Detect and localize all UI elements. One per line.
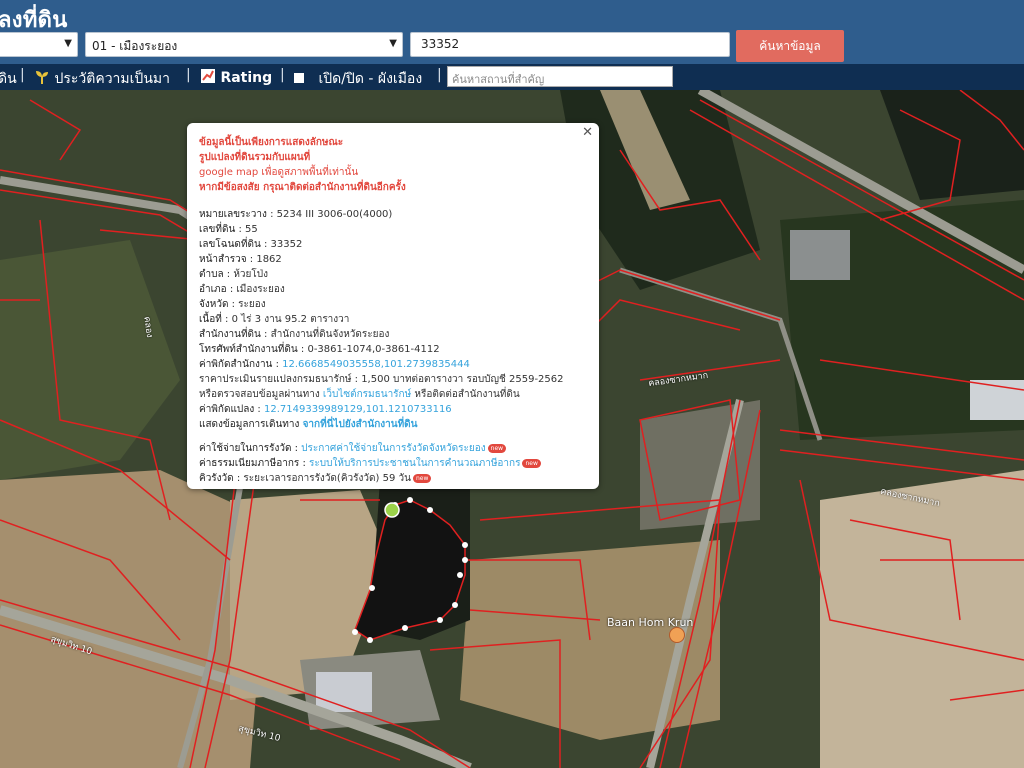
warning-text-1: ข้อมูลนี้เป็นเพียงการแสดงลักษณะ <box>199 137 344 148</box>
map-sheet-row: หมายเลขระวาง : 5234 III 3006-00(4000) <box>199 207 392 222</box>
office-row: สำนักงานที่ดิน : สำนักงานที่ดินจังหวัดระ… <box>199 327 389 342</box>
deed-no-label: เลขโฉนดที่ดิน <box>199 239 261 250</box>
toolbar-item-land[interactable]: ดิน <box>0 68 17 90</box>
check-suffix: หรือติดต่อสำนักงานที่ดิน <box>414 389 520 400</box>
parcel-coord-row: ค่าพิกัดแปลง : 12.7149339989129,101.1210… <box>199 404 452 415</box>
treasury-website-link[interactable]: เว็บไซต์กรมธนารักษ์ <box>323 389 411 400</box>
province-select[interactable]: ▼ <box>0 32 78 57</box>
history-label: ประวัติความเป็นมา <box>54 71 170 87</box>
office-coord-link[interactable]: 12.6668549035558,101.2739835444 <box>282 359 470 370</box>
parcel-number-input[interactable]: 33352 <box>410 32 730 57</box>
route-prefix: แสดงข้อมูลการเดินทาง <box>199 419 300 430</box>
land-no-row: เลขที่ดิน : 55 <box>199 222 258 237</box>
price-row: ราคาประเมินรายแปลงกรมธนารักษ์ : 1,500 บา… <box>199 374 564 385</box>
queue-value: : ระยะเวลารอการรังวัด(คิวรังวัด) <box>233 473 380 484</box>
toolbar-divider: | <box>280 67 285 83</box>
map-sheet-label: หมายเลขระวาง <box>199 209 267 220</box>
parcel-info-popup: ✕ ข้อมูลนี้เป็นเพียงการแสดงลักษณะ รูปแปล… <box>187 123 599 489</box>
queue-days: 59 วัน <box>382 473 411 484</box>
tax-row: ค่าธรรมเนียมภาษีอากร : ระบบให้บริการประช… <box>199 456 541 471</box>
app-header: ลงที่ดิน ▼ 01 - เมืองระยอง ▼ 33352 ค้นหา… <box>0 0 1024 64</box>
area-value: : 0 ไร่ 3 งาน 95.2 ตารางวา <box>221 314 350 325</box>
toolbar-divider: | <box>437 67 442 83</box>
parcel-marker-icon[interactable] <box>384 502 400 518</box>
search-button[interactable]: ค้นหาข้อมูล <box>736 30 844 62</box>
parcel-coord-link[interactable]: 12.7149339989129,101.1210733116 <box>264 404 452 415</box>
district-select-value: 01 - เมืองระยอง <box>92 39 178 53</box>
fee-label: ค่าใช้จ่ายในการรังวัด : <box>199 443 298 454</box>
survey-page-value: : 1862 <box>246 254 282 265</box>
tax-link[interactable]: ระบบให้บริการประชาชนในการคำนวณภาษีอากร <box>309 458 520 469</box>
new-badge: new <box>522 458 541 468</box>
subdistrict-label: ตำบล <box>199 269 224 280</box>
toolbar-divider: | <box>186 67 191 83</box>
warning-text-4: หากมีข้อสงสัย กรุณาติดต่อสำนักงานที่ดินอ… <box>199 182 406 193</box>
office-coord-row: ค่าพิกัดสำนักงาน : 12.6668549035558,101.… <box>199 359 470 370</box>
warning-text-2: รูปแปลงที่ดินรวมกับแผนที่ <box>199 152 311 163</box>
close-icon[interactable]: ✕ <box>582 125 593 140</box>
chevron-down-icon: ▼ <box>64 38 72 49</box>
route-row: แสดงข้อมูลการเดินทาง จากที่นี่ไปยังสำนัก… <box>199 417 418 432</box>
landmark-search-input[interactable]: ค้นหาสถานที่สำคัญ <box>447 66 673 87</box>
phone-label: โทรศัพท์สำนักงานที่ดิน <box>199 344 298 355</box>
area-label: เนื้อที่ <box>199 314 222 325</box>
check-row: หรือตรวจสอบข้อมูลผ่านทาง เว็บไซต์กรมธนาร… <box>199 387 520 402</box>
fee-link[interactable]: ประกาศค่าใช้จ่ายในการรังวัดจังหวัดระยอง <box>301 443 485 454</box>
city-plan-toggle[interactable]: เปิด/ปิด - ผังเมือง <box>294 68 422 90</box>
office-coord-label: ค่าพิกัดสำนักงาน <box>199 359 273 370</box>
land-no-label: เลขที่ดิน <box>199 224 236 235</box>
queue-row: คิวรังวัด : ระยะเวลารอการรังวัด(คิวรังวั… <box>199 471 432 486</box>
province-row: จังหวัด : ระยอง <box>199 297 266 312</box>
toolbar-divider: | <box>20 67 25 83</box>
tax-label: ค่าธรรมเนียมภาษีอากร : <box>199 458 306 469</box>
rating-button[interactable]: Rating <box>200 68 272 86</box>
new-badge: new <box>412 473 432 483</box>
office-label: สำนักงานที่ดิน <box>199 329 261 340</box>
rating-label: Rating <box>220 70 273 86</box>
phone-value: : 0-3861-1074,0-3861-4112 <box>297 344 440 355</box>
office-value: : สำนักงานที่ดินจังหวัดระยอง <box>260 329 390 340</box>
province-label: จังหวัด <box>199 299 229 310</box>
survey-page-row: หน้าสำรวจ : 1862 <box>199 252 282 267</box>
check-prefix: หรือตรวจสอบข้อมูลผ่านทาง <box>199 389 320 400</box>
subdistrict-row: ตำบล : ห้วยโป่ง <box>199 267 268 282</box>
route-link[interactable]: จากที่นี่ไปยังสำนักงานที่ดิน <box>303 419 418 430</box>
chart-icon <box>201 69 215 83</box>
sprout-icon <box>36 71 48 84</box>
queue-label: คิวรังวัด <box>199 473 234 484</box>
district-row: อำเภอ : เมืองระยอง <box>199 282 285 297</box>
history-button[interactable]: ประวัติความเป็นมา <box>34 68 170 90</box>
survey-page-label: หน้าสำรวจ <box>199 254 247 265</box>
district-label: อำเภอ <box>199 284 227 295</box>
district-value: : เมืองระยอง <box>226 284 285 295</box>
parcel-coord-label: ค่าพิกัดแปลง <box>199 404 255 415</box>
map-sheet-value: : 5234 III 3006-00(4000) <box>266 209 393 220</box>
district-select[interactable]: 01 - เมืองระยอง ▼ <box>85 32 403 57</box>
new-badge: new <box>487 443 507 453</box>
map-road-label: คลอง <box>141 315 155 339</box>
chevron-down-icon: ▼ <box>389 38 397 49</box>
area-row: เนื้อที่ : 0 ไร่ 3 งาน 95.2 ตารางวา <box>199 312 349 327</box>
land-no-value: : 55 <box>235 224 258 235</box>
square-icon <box>294 73 304 83</box>
subdistrict-value: : ห้วยโป่ง <box>223 269 268 280</box>
fee-row: ค่าใช้จ่ายในการรังวัด : ประกาศค่าใช้จ่าย… <box>199 441 507 456</box>
deed-no-row: เลขโฉนดที่ดิน : 33352 <box>199 237 302 252</box>
place-pin-icon[interactable] <box>669 627 685 643</box>
phone-row: โทรศัพท์สำนักงานที่ดิน : 0-3861-1074,0-3… <box>199 342 440 357</box>
deed-no-value: : 33352 <box>260 239 303 250</box>
warning-text-3: google map เพื่อดูสภาพพื้นที่เท่านั้น <box>199 167 359 178</box>
city-plan-label: เปิด/ปิด - ผังเมือง <box>318 71 423 87</box>
province-value: : ระยอง <box>228 299 266 310</box>
